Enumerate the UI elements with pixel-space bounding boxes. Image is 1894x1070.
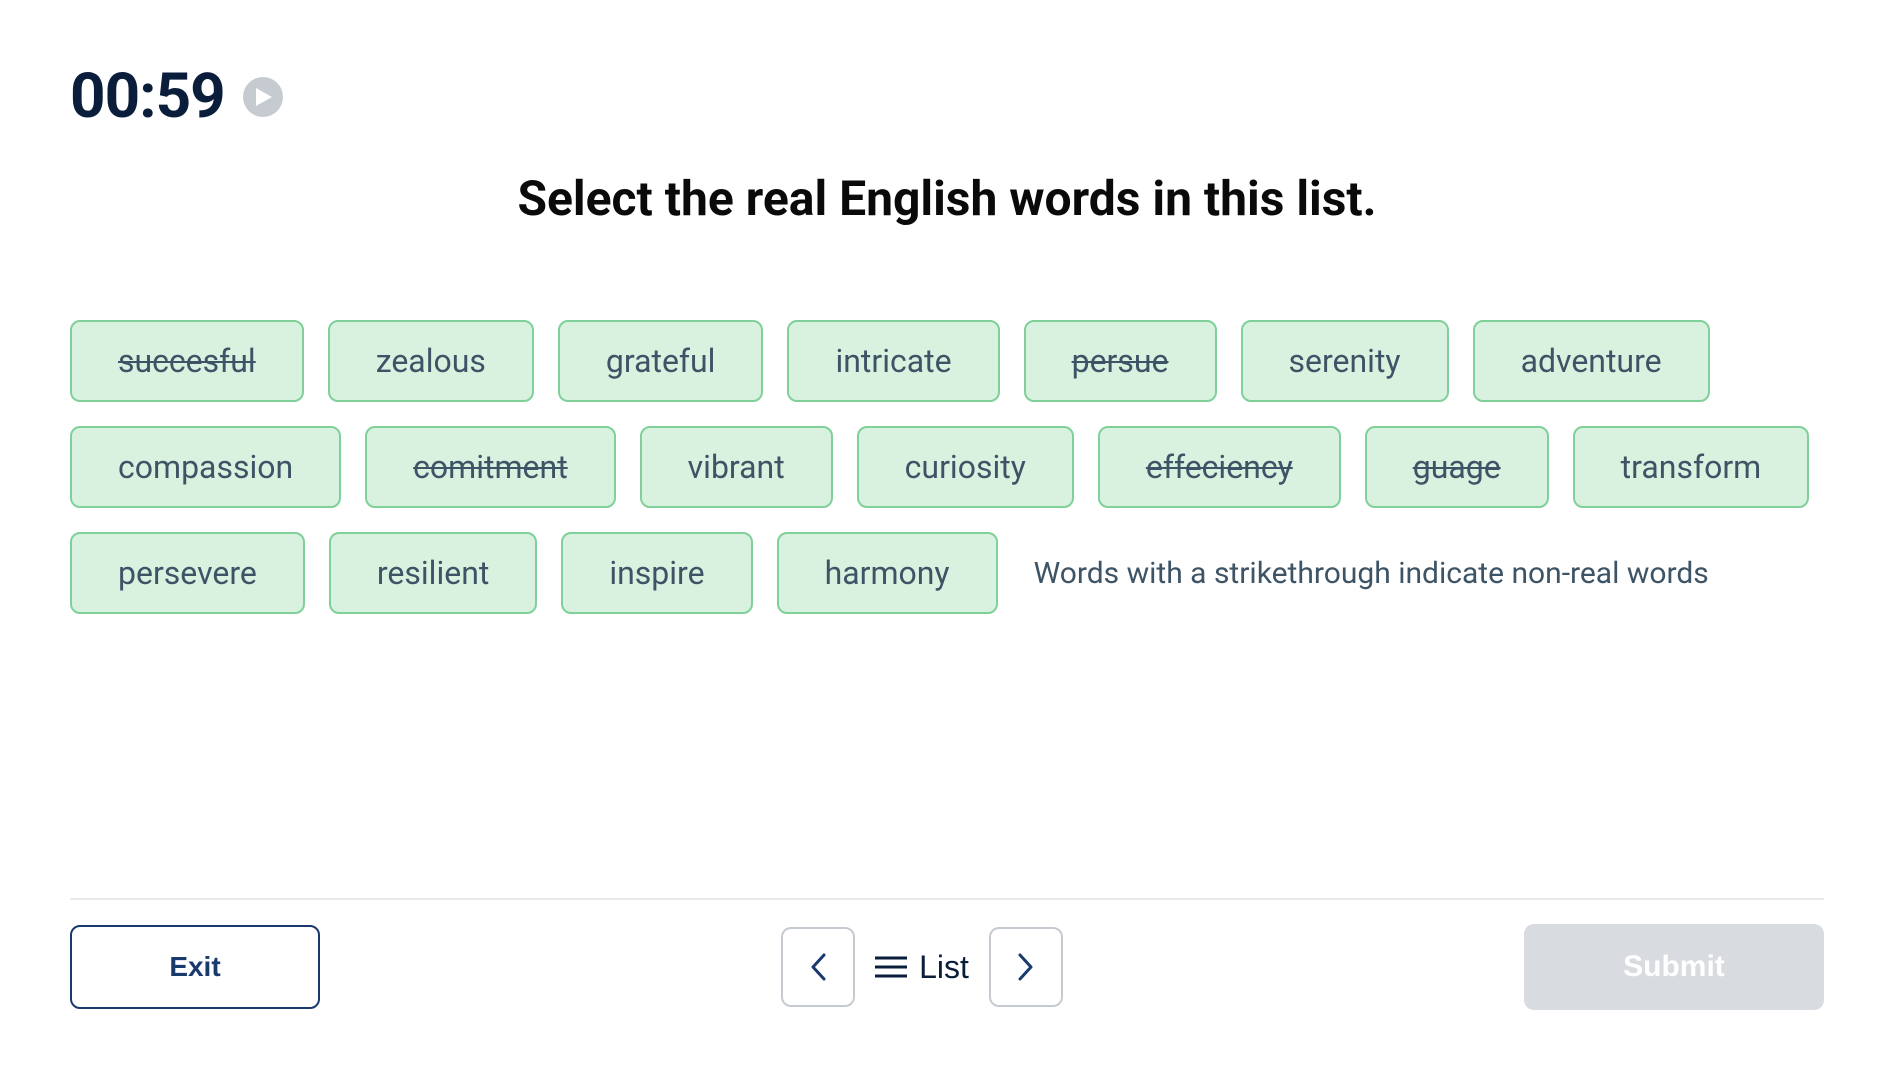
footer: Exit List Submit xyxy=(70,924,1824,1010)
word-chip[interactable]: vibrant xyxy=(640,426,833,508)
word-chip[interactable]: resilient xyxy=(329,532,537,614)
words-container: succesful zealous grateful intricate persues… xyxy=(70,320,1824,614)
word-chip[interactable]: persevere xyxy=(70,532,305,614)
word-chip[interactable]: effeciency xyxy=(1098,426,1341,508)
footer-divider xyxy=(70,898,1824,900)
hint-text: Words with a strikethrough indicate non-… xyxy=(1022,556,1709,591)
list-button[interactable]: List xyxy=(875,949,969,986)
timer-display: 00:59 xyxy=(70,60,225,133)
next-button[interactable] xyxy=(989,927,1063,1007)
word-chip[interactable]: transform xyxy=(1573,426,1810,508)
word-chip[interactable]: inspire xyxy=(561,532,752,614)
list-icon xyxy=(875,955,907,979)
word-chip[interactable]: persue xyxy=(1024,320,1217,402)
prev-button[interactable] xyxy=(781,927,855,1007)
word-chip[interactable]: succesful xyxy=(70,320,304,402)
nav-center: List xyxy=(781,927,1063,1007)
word-chip[interactable]: comitment xyxy=(365,426,615,508)
word-chip[interactable]: guage xyxy=(1365,426,1549,508)
word-chip[interactable]: curiosity xyxy=(857,426,1074,508)
word-chip[interactable]: compassion xyxy=(70,426,341,508)
play-icon[interactable] xyxy=(243,77,283,117)
word-chip[interactable]: adventure xyxy=(1473,320,1710,402)
play-triangle-icon xyxy=(256,88,272,106)
chevron-right-icon xyxy=(1018,953,1034,981)
chevron-left-icon xyxy=(810,953,826,981)
page-title: Select the real English words in this li… xyxy=(0,170,1894,227)
word-chip[interactable]: intricate xyxy=(787,320,999,402)
word-chip[interactable]: harmony xyxy=(777,532,998,614)
timer-row: 00:59 xyxy=(70,60,283,133)
word-chip[interactable]: grateful xyxy=(558,320,764,402)
word-chip[interactable]: zealous xyxy=(328,320,534,402)
list-label: List xyxy=(919,949,969,986)
word-chip[interactable]: serenity xyxy=(1241,320,1449,402)
submit-button[interactable]: Submit xyxy=(1524,924,1824,1010)
exit-button[interactable]: Exit xyxy=(70,925,320,1009)
